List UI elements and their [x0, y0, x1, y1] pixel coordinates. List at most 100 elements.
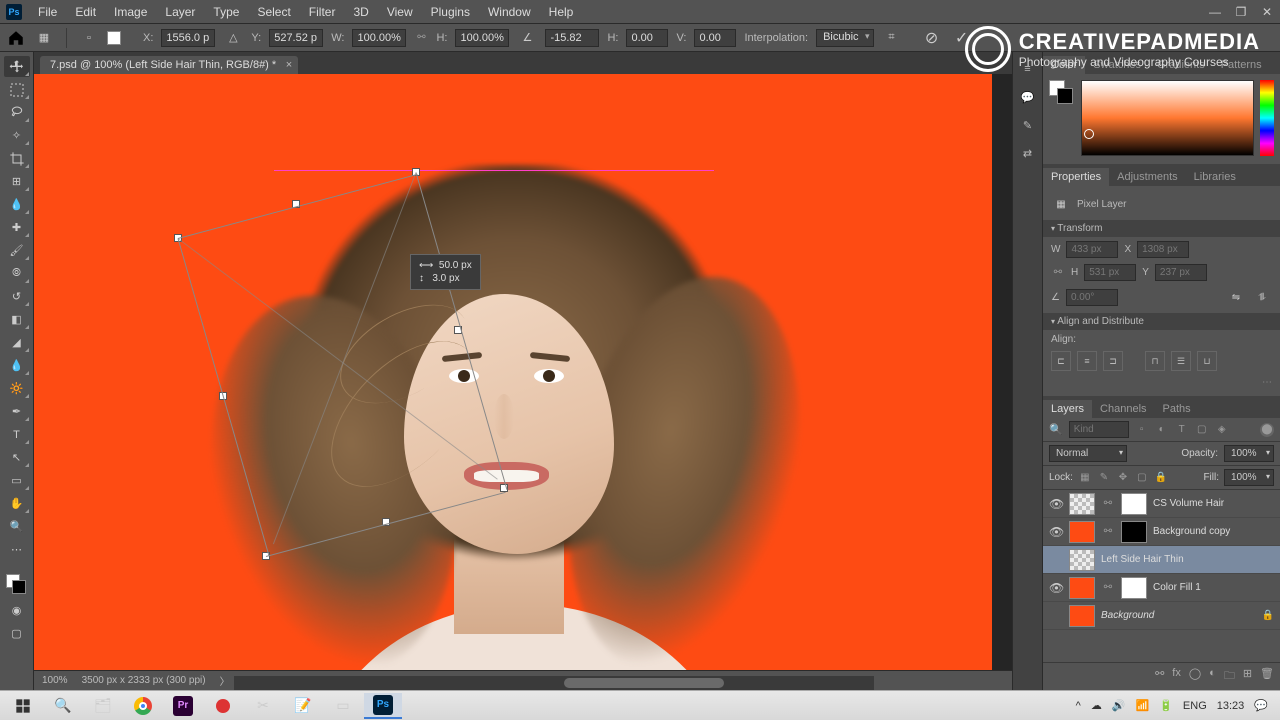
- pen-tool-icon[interactable]: ✒: [4, 401, 30, 422]
- scrollbar-horizontal[interactable]: [234, 676, 874, 690]
- stamp-tool-icon[interactable]: ⦾: [4, 263, 30, 284]
- menu-help[interactable]: Help: [541, 2, 582, 22]
- chrome-icon[interactable]: [124, 693, 162, 719]
- tab-channels[interactable]: Channels: [1092, 400, 1154, 418]
- start-button[interactable]: [4, 693, 42, 719]
- tray-onedrive-icon[interactable]: ☁: [1091, 699, 1102, 712]
- filter-adjust-icon[interactable]: ◐: [1155, 423, 1169, 437]
- visibility-icon[interactable]: 👁: [1049, 581, 1063, 595]
- quickmask-icon[interactable]: ◉: [4, 600, 30, 621]
- prop-h-field[interactable]: 531 px: [1084, 264, 1136, 281]
- flip-v-icon[interactable]: ⥮: [1252, 287, 1272, 307]
- move-tool-icon[interactable]: [4, 56, 30, 77]
- layer-thumb[interactable]: [1069, 521, 1095, 543]
- filter-shape-icon[interactable]: ▢: [1195, 423, 1209, 437]
- taskview-icon[interactable]: ▭: [324, 693, 362, 719]
- link-mask-icon[interactable]: ⚯: [1101, 525, 1115, 539]
- layer-name[interactable]: CS Volume Hair: [1153, 498, 1274, 509]
- opacity-input[interactable]: 100%: [1224, 445, 1274, 462]
- hskew-input[interactable]: [626, 29, 668, 47]
- layer-row[interactable]: Background 🔒: [1043, 602, 1280, 630]
- w-input[interactable]: [352, 29, 406, 47]
- hand-tool-icon[interactable]: ✋: [4, 493, 30, 514]
- link-mask-icon[interactable]: ⚯: [1101, 581, 1115, 595]
- shape-tool-icon[interactable]: ▭: [4, 470, 30, 491]
- new-group-icon[interactable]: 🗀: [1224, 667, 1235, 686]
- tab-layers[interactable]: Layers: [1043, 400, 1092, 418]
- tab-adjustments[interactable]: Adjustments: [1109, 168, 1186, 186]
- layer-row[interactable]: 👁 ⚯ CS Volume Hair: [1043, 490, 1280, 518]
- tray-chevron-icon[interactable]: ^: [1076, 700, 1081, 712]
- align-right-icon[interactable]: ⊐: [1103, 351, 1123, 371]
- menu-layer[interactable]: Layer: [157, 2, 203, 22]
- more-options-icon[interactable]: ⋯: [1051, 377, 1272, 388]
- layer-row[interactable]: 👁 ⚯ Background copy: [1043, 518, 1280, 546]
- brushes-panel-icon[interactable]: ✎: [1017, 114, 1039, 136]
- prop-angle-field[interactable]: 0.00°: [1066, 289, 1118, 306]
- prop-x-field[interactable]: 1308 px: [1137, 241, 1189, 258]
- record-icon[interactable]: [204, 693, 242, 719]
- screenmode-icon[interactable]: ▢: [4, 623, 30, 644]
- link-wh-icon[interactable]: ⚯: [414, 31, 428, 45]
- menu-view[interactable]: View: [379, 2, 421, 22]
- menu-edit[interactable]: Edit: [67, 2, 104, 22]
- close-tab-icon[interactable]: ×: [286, 59, 292, 71]
- filter-smart-icon[interactable]: ◈: [1215, 423, 1229, 437]
- layer-thumb[interactable]: [1069, 549, 1095, 571]
- prop-w-field[interactable]: 433 px: [1066, 241, 1118, 258]
- document-tab[interactable]: 7.psd @ 100% (Left Side Hair Thin, RGB/8…: [40, 56, 298, 74]
- layer-name[interactable]: Background copy: [1153, 526, 1274, 537]
- search-button[interactable]: 🔍: [44, 693, 82, 719]
- vskew-input[interactable]: [694, 29, 736, 47]
- align-hcenter-icon[interactable]: ≡: [1077, 351, 1097, 371]
- dodge-tool-icon[interactable]: 🔆: [4, 378, 30, 399]
- lock-all-icon[interactable]: 🔒: [1154, 471, 1168, 485]
- tray-wifi-icon[interactable]: 📶: [1136, 699, 1150, 712]
- menu-plugins[interactable]: Plugins: [423, 2, 478, 22]
- comments-panel-icon[interactable]: 💬: [1017, 86, 1039, 108]
- warp-icon[interactable]: ⌗: [882, 28, 902, 48]
- align-bottom-icon[interactable]: ⊔: [1197, 351, 1217, 371]
- explorer-icon[interactable]: 🗂: [84, 693, 122, 719]
- layer-name[interactable]: Color Fill 1: [1153, 582, 1274, 593]
- tab-libraries[interactable]: Libraries: [1186, 168, 1244, 186]
- filter-toggle-icon[interactable]: ⬤: [1260, 423, 1274, 437]
- layer-row[interactable]: Left Side Hair Thin: [1043, 546, 1280, 574]
- close-icon[interactable]: ✕: [1254, 0, 1280, 24]
- tray-battery-icon[interactable]: 🔋: [1159, 699, 1173, 712]
- canvas[interactable]: ⟷ 50.0 px ↕ 3.0 px: [34, 74, 992, 672]
- layer-thumb[interactable]: [1069, 605, 1095, 627]
- layer-thumb[interactable]: [1069, 493, 1095, 515]
- h-input[interactable]: [455, 29, 509, 47]
- foreground-background-icon[interactable]: [4, 572, 30, 598]
- layer-name[interactable]: Left Side Hair Thin: [1101, 554, 1274, 565]
- add-mask-icon[interactable]: ◯: [1189, 667, 1201, 686]
- gradient-tool-icon[interactable]: ◢: [4, 332, 30, 353]
- menu-3d[interactable]: 3D: [345, 2, 376, 22]
- cancel-transform-icon[interactable]: ⊘: [922, 28, 942, 48]
- layer-mask[interactable]: [1121, 577, 1147, 599]
- tray-lang[interactable]: ENG: [1183, 700, 1207, 712]
- crop-tool-icon[interactable]: [4, 148, 30, 169]
- menu-select[interactable]: Select: [249, 2, 298, 22]
- menu-type[interactable]: Type: [205, 2, 247, 22]
- eraser-tool-icon[interactable]: ◧: [4, 309, 30, 330]
- prop-y-field[interactable]: 237 px: [1155, 264, 1207, 281]
- angle-input[interactable]: [545, 29, 599, 47]
- menu-file[interactable]: File: [30, 2, 65, 22]
- adjustment-layer-icon[interactable]: ◐: [1209, 667, 1216, 686]
- color-picker[interactable]: [1081, 80, 1254, 156]
- transform-tool-icon[interactable]: ▦: [34, 28, 54, 48]
- snip-icon[interactable]: ✂: [244, 693, 282, 719]
- lock-trans-icon[interactable]: ▦: [1078, 471, 1092, 485]
- delete-layer-icon[interactable]: 🗑: [1260, 667, 1274, 686]
- premiere-icon[interactable]: Pr: [164, 693, 202, 719]
- reference-point-icon[interactable]: ▫: [79, 28, 99, 48]
- delta-icon[interactable]: △: [223, 28, 243, 48]
- align-vcenter-icon[interactable]: ☰: [1171, 351, 1191, 371]
- photoshop-task-icon[interactable]: Ps: [364, 693, 402, 719]
- visibility-icon[interactable]: 👁: [1049, 525, 1063, 539]
- new-layer-icon[interactable]: ⊞: [1243, 667, 1252, 686]
- layer-filter-input[interactable]: [1069, 421, 1129, 438]
- link-layers-icon[interactable]: ⚯: [1155, 667, 1164, 686]
